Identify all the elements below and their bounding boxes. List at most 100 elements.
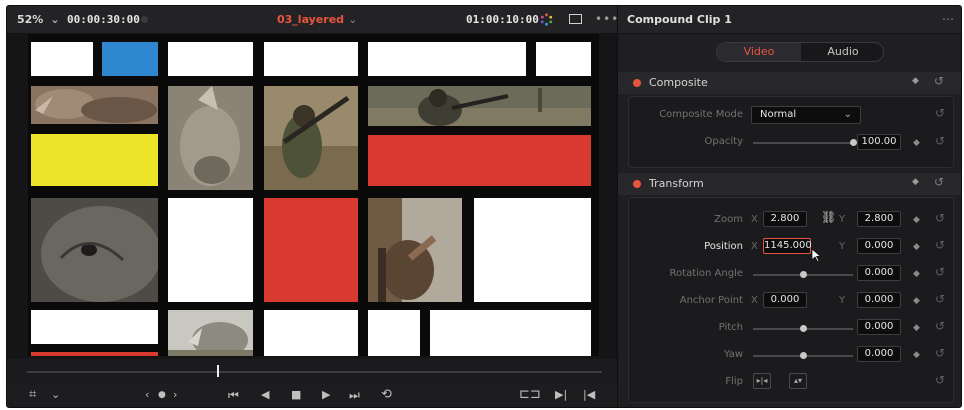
reset-icon[interactable]: ↺: [934, 175, 944, 189]
keyframe-diamond-icon[interactable]: ◆: [913, 242, 920, 252]
rotation-angle-field[interactable]: 0.000: [857, 265, 901, 281]
next-edit-icon[interactable]: ›: [173, 387, 177, 403]
pitch-field[interactable]: 0.000: [857, 319, 901, 335]
inspector-panel: Video Audio Composite ◆ ↺ Composite Mode…: [617, 34, 961, 407]
rhino-photo: [31, 86, 158, 124]
flip-vertical-icon[interactable]: ▴▾: [789, 373, 807, 389]
opacity-field[interactable]: 100.00: [857, 134, 901, 150]
composite-mode-value: Normal: [760, 109, 797, 120]
keyframe-diamond-icon[interactable]: ◆: [913, 269, 920, 279]
monitor-icon[interactable]: [569, 14, 582, 24]
transform-overlay-icon[interactable]: ⌗: [29, 387, 36, 403]
anchor-point-label: Anchor Point: [679, 295, 743, 306]
reset-icon[interactable]: ↺: [935, 319, 945, 333]
loop-icon[interactable]: ⟲: [381, 387, 392, 403]
white-block: [168, 198, 253, 302]
reset-icon[interactable]: ↺: [935, 211, 945, 225]
keyframe-diamond-icon[interactable]: ◆: [912, 76, 919, 86]
composite-title: Composite: [649, 76, 708, 89]
zoom-x-field[interactable]: 2.800: [763, 211, 807, 227]
opacity-slider-handle[interactable]: [849, 139, 857, 146]
jump-to-end-icon[interactable]: ⏭: [349, 387, 360, 403]
anchor-y-field[interactable]: 0.000: [857, 292, 901, 308]
anchor-x-axis: X: [751, 295, 758, 306]
jump-to-start-icon[interactable]: ⏮: [228, 387, 239, 403]
clip-name-dropdown[interactable]: 03_layered ⌄: [277, 13, 357, 26]
red-block: [368, 135, 591, 186]
keyframe-diamond-icon[interactable]: ◆: [913, 215, 920, 225]
keyframe-diamond-icon[interactable]: ◆: [912, 177, 919, 187]
zoom-y-field[interactable]: 2.800: [857, 211, 901, 227]
keyframe-diamond-icon[interactable]: ◆: [913, 323, 920, 333]
flip-horizontal-icon[interactable]: ▸|◂: [753, 373, 771, 389]
reset-icon[interactable]: ↺: [935, 373, 945, 387]
pitch-slider-handle[interactable]: [799, 325, 807, 332]
record-timecode: 01:00:10:00: [466, 13, 539, 26]
more-options-icon[interactable]: ⋯: [942, 12, 955, 26]
scrubber-bar[interactable]: [7, 359, 617, 383]
opacity-slider[interactable]: [753, 142, 853, 144]
tab-audio[interactable]: Audio: [801, 43, 883, 61]
enable-toggle-icon[interactable]: [633, 79, 641, 87]
match-frame-icon[interactable]: ⊏⊐: [519, 387, 541, 403]
scrubber-track[interactable]: [27, 371, 602, 373]
mouse-cursor-icon: [811, 248, 822, 262]
keyframe-diamond-icon[interactable]: ◆: [913, 296, 920, 306]
white-block: [474, 198, 591, 302]
reset-icon[interactable]: ↺: [935, 265, 945, 279]
more-options-icon[interactable]: •••: [595, 12, 619, 26]
yaw-field[interactable]: 0.000: [857, 346, 901, 362]
tab-video[interactable]: Video: [717, 43, 801, 61]
playhead[interactable]: [216, 365, 219, 377]
zoom-dropdown[interactable]: 52% ⌄: [17, 13, 60, 26]
play-icon[interactable]: ▶: [322, 387, 330, 403]
reset-icon[interactable]: ↺: [934, 74, 944, 88]
reset-icon[interactable]: ↺: [935, 292, 945, 306]
source-timecode: 00:00:30:00: [67, 13, 140, 26]
play-reverse-icon[interactable]: ◀: [261, 387, 269, 403]
chevron-down-icon: ⌄: [348, 13, 358, 26]
white-block: [31, 42, 93, 76]
reset-icon[interactable]: ↺: [935, 134, 945, 148]
composite-mode-select[interactable]: Normal ⌄: [751, 106, 861, 124]
transform-section-header[interactable]: Transform ◆ ↺: [618, 173, 961, 195]
composite-section: Composite Mode Normal ⌄ ↺ Opacity 100.00 …: [628, 96, 954, 168]
viewer-canvas[interactable]: [7, 34, 617, 359]
composite-mode-label: Composite Mode: [659, 109, 743, 120]
inspector-title: Compound Clip 1: [627, 13, 732, 26]
mark-out-icon[interactable]: |◀: [583, 387, 595, 403]
pitch-label: Pitch: [718, 322, 743, 333]
white-block: [368, 42, 526, 76]
ranger-photo: [368, 198, 462, 302]
keyframe-diamond-icon[interactable]: ◆: [913, 138, 920, 148]
prev-edit-icon[interactable]: ‹: [145, 387, 149, 403]
enable-toggle-icon[interactable]: [633, 180, 641, 188]
color-wheel-icon[interactable]: [539, 12, 554, 27]
zoom-level: 52%: [17, 13, 44, 26]
flip-label: Flip: [725, 376, 743, 387]
keyframe-diamond-icon[interactable]: ◆: [913, 350, 920, 360]
rotation-slider-handle[interactable]: [799, 271, 807, 278]
transport-controls: ⌗ ⌄ ‹ ● › ⏮ ◀ ■ ▶ ⏭ ⟲ ⊏⊐ ▶| |◀: [7, 383, 617, 407]
rhino-photo: [168, 86, 253, 190]
inspector-header: Compound Clip 1 ⋯: [617, 6, 961, 34]
playhead-dot-icon: ●: [158, 390, 166, 400]
video-frame: [28, 34, 599, 356]
stop-icon[interactable]: ■: [291, 387, 301, 403]
mark-in-icon[interactable]: ▶|: [555, 387, 567, 403]
reset-icon[interactable]: ↺: [935, 346, 945, 360]
white-block: [368, 310, 420, 356]
white-block: [264, 310, 358, 356]
ranger-photo: [368, 86, 591, 126]
chevron-down-icon[interactable]: ⌄: [51, 387, 60, 403]
yaw-slider-handle[interactable]: [799, 352, 807, 359]
position-x-field[interactable]: 1145.000: [763, 238, 812, 254]
link-icon[interactable]: ⛓: [821, 210, 836, 224]
reset-icon[interactable]: ↺: [935, 238, 945, 252]
position-x-axis: X: [751, 241, 758, 252]
clip-name: 03_layered: [277, 13, 345, 26]
reset-icon[interactable]: ↺: [935, 106, 945, 120]
anchor-x-field[interactable]: 0.000: [763, 292, 807, 308]
position-y-field[interactable]: 0.000: [857, 238, 901, 254]
composite-section-header[interactable]: Composite ◆ ↺: [618, 72, 961, 94]
